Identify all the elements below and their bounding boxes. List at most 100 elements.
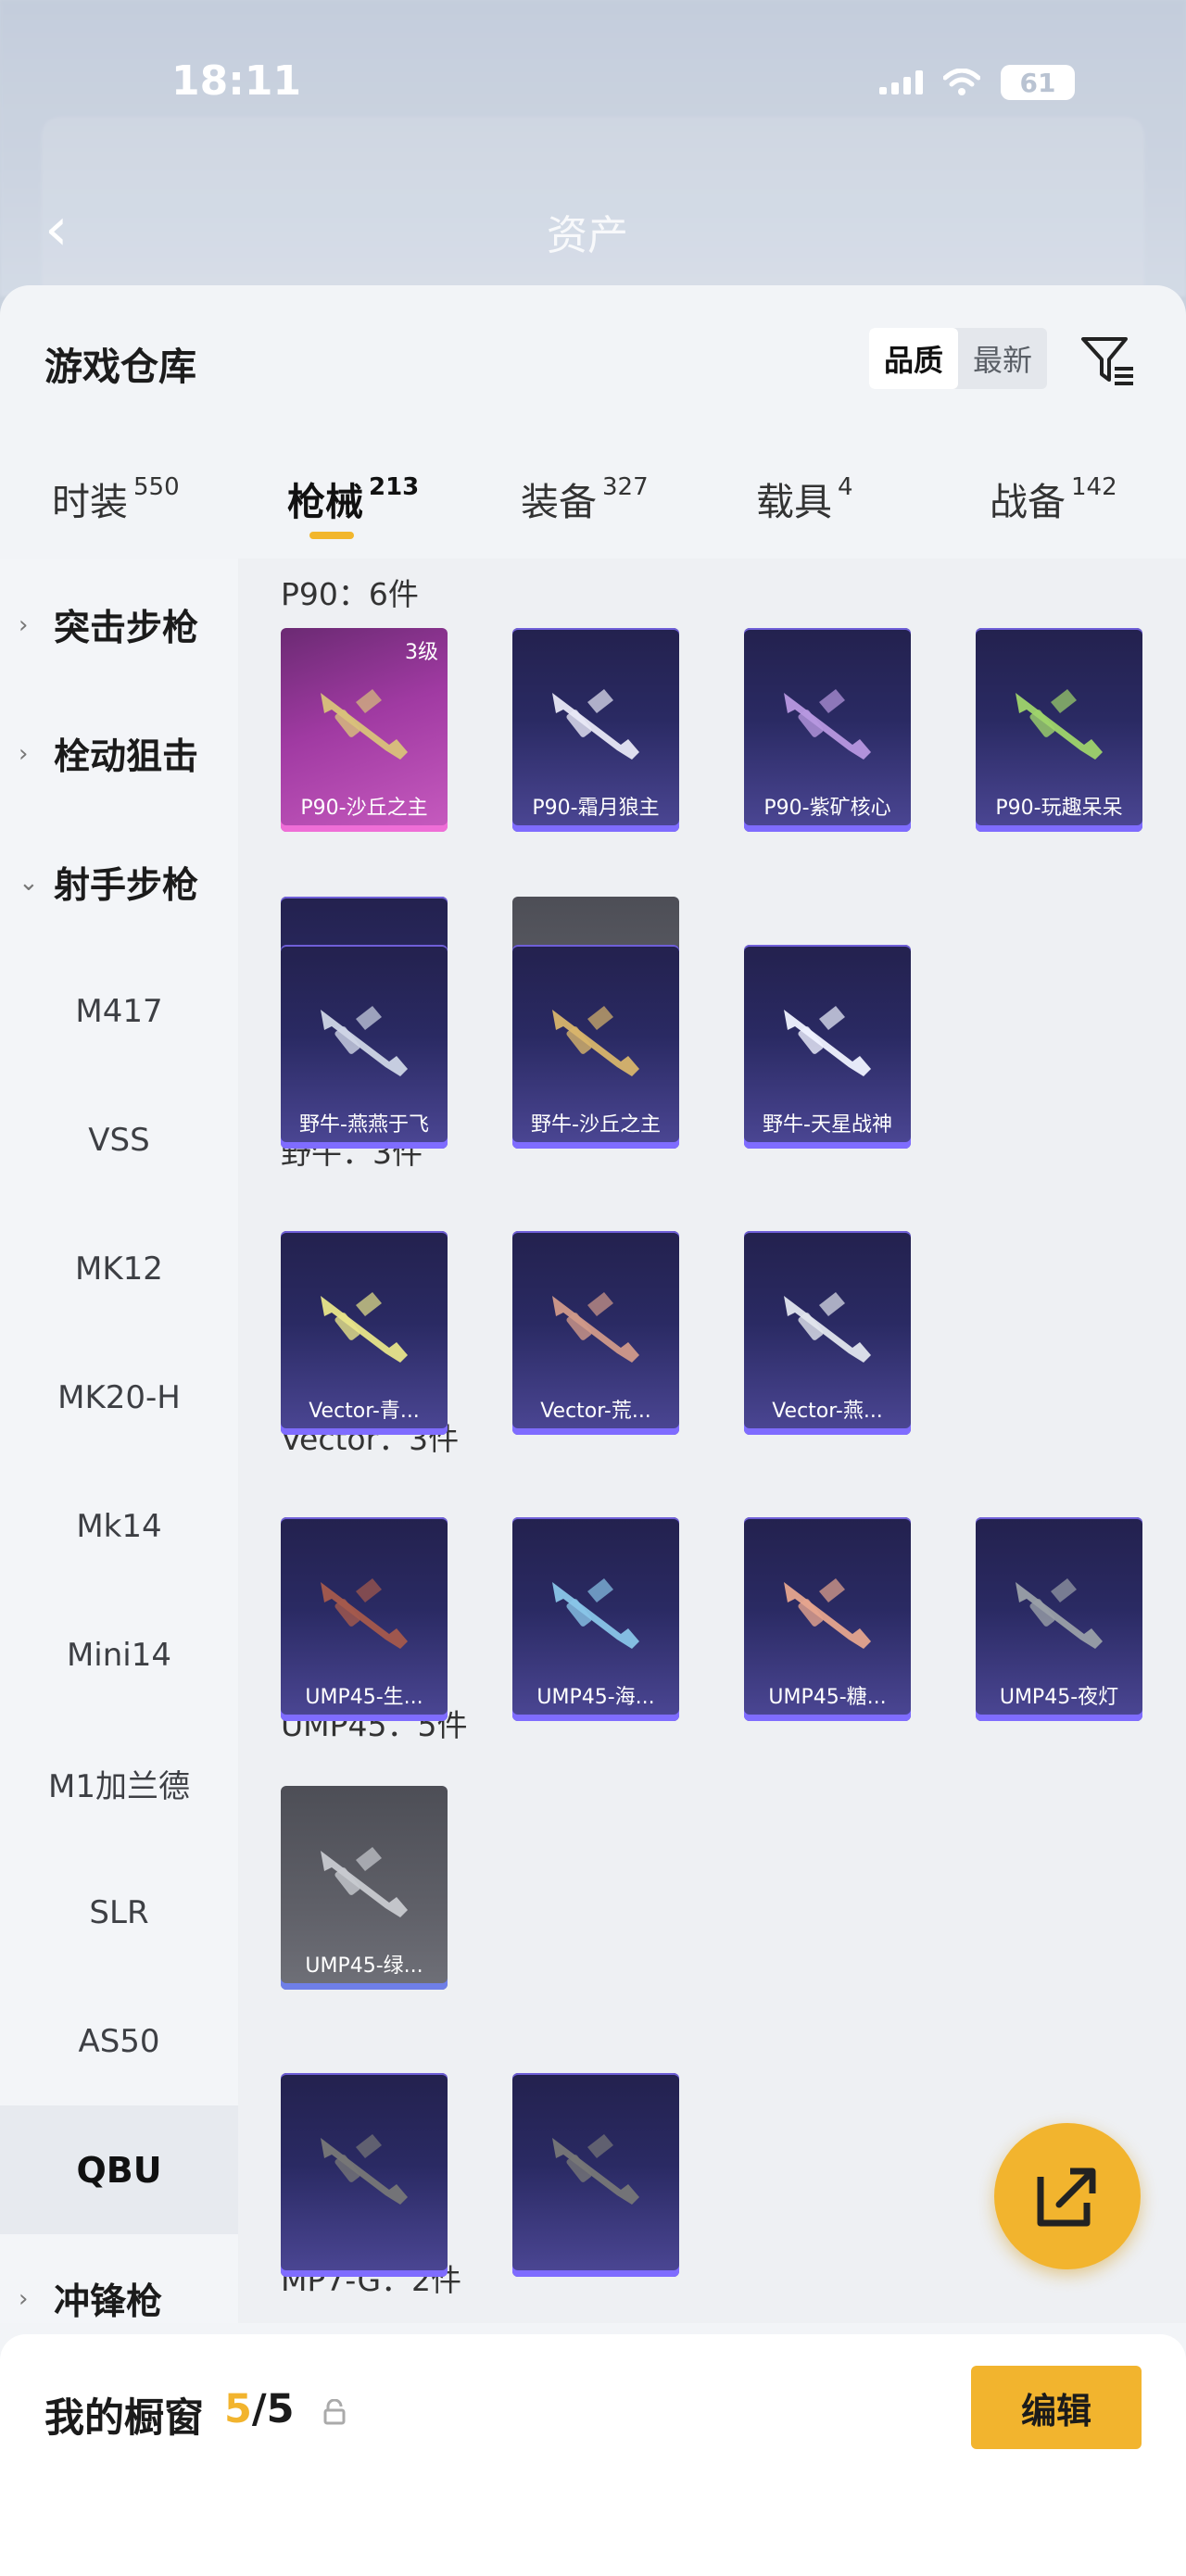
skin-card-label: 野牛-沙丘之主 xyxy=(531,1113,661,1137)
tab-fashion[interactable]: 时装 550 xyxy=(52,471,180,526)
showcase-count: 5/5 xyxy=(224,2386,295,2432)
skin-card-label: Vector-燕... xyxy=(772,1400,883,1423)
active-tab-indicator xyxy=(309,532,354,539)
skin-card[interactable]: P90-霜月狼主 xyxy=(512,628,679,832)
share-icon xyxy=(1037,2168,1096,2227)
tab-label: 枪械 xyxy=(287,480,363,524)
skin-card[interactable]: Vector-荒... xyxy=(512,1231,679,1435)
chevron-right-icon: › xyxy=(19,2284,29,2313)
sidebar-group-marksman-rifle[interactable]: ⌄ 射手步枪 xyxy=(0,818,238,947)
skin-card-label: 野牛-燕燕于飞 xyxy=(299,1113,429,1137)
sidebar-group-bolt-sniper[interactable]: › 栓动狙击 xyxy=(0,689,238,818)
skin-card[interactable]: UMP45-绿... xyxy=(281,1786,448,1990)
filter-icon[interactable] xyxy=(1079,332,1139,391)
skin-card[interactable]: 野牛-沙丘之主 xyxy=(512,945,679,1149)
tab-count: 213 xyxy=(369,473,420,501)
skin-card[interactable]: UMP45-夜灯 xyxy=(976,1517,1142,1721)
sidebar-item-mk20h[interactable]: MK20-H xyxy=(0,1333,238,1462)
lock-icon xyxy=(323,2399,346,2425)
showcase-title: 我的橱窗 xyxy=(44,2395,204,2442)
sidebar-item-qbu[interactable]: QBU xyxy=(0,2105,238,2234)
skin-card-label: Vector-荒... xyxy=(540,1400,651,1423)
tab-equipment[interactable]: 装备 327 xyxy=(521,471,649,526)
tab-count: 4 xyxy=(838,473,853,501)
showcase-bar: 我的橱窗 5/5 编辑 xyxy=(0,2334,1186,2576)
skin-card[interactable] xyxy=(512,2073,679,2277)
gun-skin-icon xyxy=(552,1578,639,1649)
gun-skin-icon xyxy=(1016,689,1103,760)
section-title-p90: P90：6件 xyxy=(281,576,419,612)
gun-skin-icon xyxy=(552,1292,639,1363)
sort-quality-option[interactable]: 品质 xyxy=(869,328,959,389)
skin-card-label: P90-玩趣呆呆 xyxy=(995,797,1123,820)
showcase-current: 5 xyxy=(224,2386,252,2432)
skin-card-label: P90-紫矿核心 xyxy=(763,797,891,820)
weapon-type-sidebar: › 突击步枪 › 栓动狙击 ⌄ 射手步枪 M417 VSS MK12 MK20-H M… xyxy=(0,559,238,2323)
sidebar-item-vss[interactable]: VSS xyxy=(0,1075,238,1204)
sidebar-item-mini14[interactable]: Mini14 xyxy=(0,1590,238,1719)
gun-skin-icon xyxy=(784,1292,871,1363)
showcase-total: /5 xyxy=(251,2386,295,2432)
skin-card[interactable]: UMP45-生... xyxy=(281,1517,448,1721)
skin-card[interactable]: P90-紫矿核心 xyxy=(744,628,911,832)
skin-card-label: UMP45-海... xyxy=(536,1686,655,1709)
status-icons: 61 xyxy=(879,65,1075,100)
chevron-right-icon: › xyxy=(19,739,29,768)
skin-card-label: 野牛-天星战神 xyxy=(763,1113,892,1137)
skin-card[interactable]: UMP45-海... xyxy=(512,1517,679,1721)
tab-vehicles[interactable]: 载具 4 xyxy=(756,471,853,526)
skin-card[interactable]: UMP45-糖... xyxy=(744,1517,911,1721)
gun-skin-icon xyxy=(1016,1578,1103,1649)
skin-card[interactable]: Vector-燕... xyxy=(744,1231,911,1435)
skin-card-label: UMP45-糖... xyxy=(768,1686,887,1709)
skin-level-badge: 3级 xyxy=(405,641,438,664)
tab-count: 142 xyxy=(1071,473,1117,501)
skin-card[interactable]: 野牛-燕燕于飞 xyxy=(281,945,448,1149)
gun-skin-icon xyxy=(321,2134,408,2205)
skin-card-label: UMP45-绿... xyxy=(305,1954,423,1978)
header-title: 资产 xyxy=(547,212,628,259)
sidebar-group-assault-rifle[interactable]: › 突击步枪 xyxy=(0,560,238,689)
battery-icon: 61 xyxy=(1001,65,1075,100)
gun-skin-icon xyxy=(321,1292,408,1363)
share-button[interactable] xyxy=(994,2123,1141,2269)
chevron-right-icon: › xyxy=(19,610,29,639)
chevron-down-icon: ⌄ xyxy=(19,868,39,897)
skin-card[interactable]: P90-玩趣呆呆 xyxy=(976,628,1142,832)
gun-skin-icon xyxy=(321,1578,408,1649)
back-button[interactable]: ‹ xyxy=(44,200,69,259)
gun-skin-icon xyxy=(784,1006,871,1076)
sidebar-item-m417[interactable]: M417 xyxy=(0,947,238,1075)
sort-newest-option[interactable]: 最新 xyxy=(958,328,1047,389)
gun-skin-icon xyxy=(321,689,408,760)
edit-button[interactable]: 编辑 xyxy=(971,2366,1142,2449)
tab-label: 时装 xyxy=(52,480,128,524)
sidebar-item-slr[interactable]: SLR xyxy=(0,1848,238,1977)
skin-card[interactable]: 野牛-天星战神 xyxy=(744,945,911,1149)
tab-battle-gear[interactable]: 战备 142 xyxy=(990,471,1117,526)
signal-icon xyxy=(879,70,923,94)
tab-guns[interactable]: 枪械 213 xyxy=(287,471,419,526)
sidebar-item-m1-garand[interactable]: M1加兰德 xyxy=(0,1719,238,1848)
skin-card[interactable]: 3级 P90-沙丘之主 xyxy=(281,628,448,832)
gun-skin-icon xyxy=(784,1578,871,1649)
gun-skin-icon xyxy=(552,2134,639,2205)
sidebar-item-mk12[interactable]: MK12 xyxy=(0,1204,238,1333)
gun-skin-icon xyxy=(321,1847,408,1917)
skin-card[interactable]: Vector-青... xyxy=(281,1231,448,1435)
warehouse-title: 游戏仓库 xyxy=(44,345,196,389)
sidebar-group-label: 冲锋枪 xyxy=(54,2281,163,2323)
skin-card-label: Vector-青... xyxy=(309,1400,420,1423)
skin-card-label: UMP45-夜灯 xyxy=(999,1686,1119,1709)
tab-count: 327 xyxy=(602,473,649,501)
tab-label: 战备 xyxy=(990,480,1066,524)
gun-skin-icon xyxy=(552,689,639,760)
sidebar-item-mk14[interactable]: Mk14 xyxy=(0,1462,238,1590)
skin-card[interactable] xyxy=(281,2073,448,2277)
wifi-icon xyxy=(943,69,980,95)
sidebar-group-label: 突击步枪 xyxy=(54,607,199,649)
sort-toggle: 品质 最新 xyxy=(869,328,1048,389)
status-time: 18:11 xyxy=(171,57,302,105)
sidebar-item-as50[interactable]: AS50 xyxy=(0,1977,238,2105)
tab-label: 装备 xyxy=(521,480,597,524)
